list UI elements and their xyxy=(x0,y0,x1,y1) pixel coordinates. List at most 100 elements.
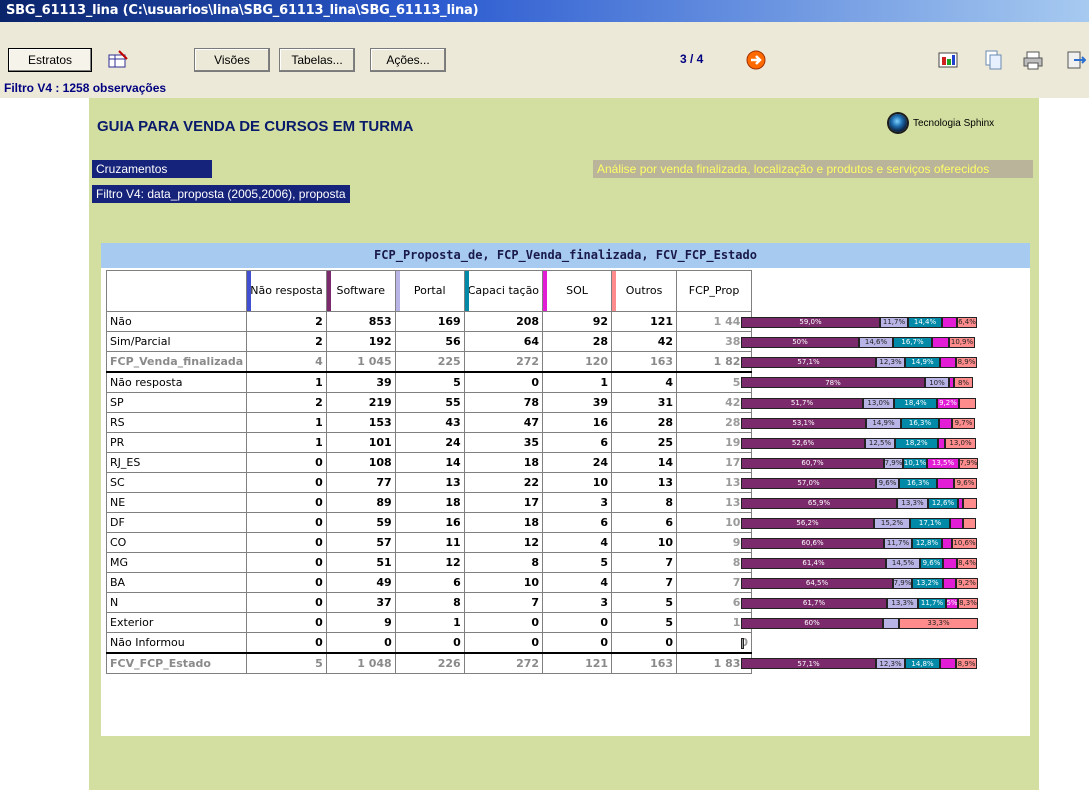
bar-segment: 13,0% xyxy=(863,397,894,409)
bar-segment: 14,5% xyxy=(886,557,920,569)
bar-segment: 14,6% xyxy=(859,336,893,348)
table-cell: 11 xyxy=(394,532,465,553)
column-header: Não resposta xyxy=(246,270,327,312)
table-cell: 49 xyxy=(325,572,396,593)
table-row: RJ_ES 0 108 14 18 24 14 178 xyxy=(105,452,753,473)
bar-row: 59,0% 11,7% 14,4% 6,4% xyxy=(741,315,981,329)
window-titlebar: SBG_61113_lina (C:\usuarios\lina\SBG_611… xyxy=(0,0,1089,22)
table-row: DF 0 59 16 18 6 6 105 xyxy=(105,512,753,533)
bar-segment: 10,6% xyxy=(952,537,977,549)
bar-segment: 9,6% xyxy=(876,477,899,489)
table-cell: 5 xyxy=(611,592,678,613)
bar-segment: 8,9% xyxy=(956,658,977,669)
table-cell: 9 xyxy=(325,612,396,633)
bar-segment: 61,7% xyxy=(741,597,887,609)
bar-segment: 7,9% xyxy=(884,457,903,469)
bar-segment: 9,6% xyxy=(920,557,943,569)
analysis-tag: Análise por venda finalizada, localizaçã… xyxy=(593,160,1033,178)
table-row: Não resposta139501450 xyxy=(105,371,753,393)
table-cell: 31 xyxy=(611,392,678,413)
table-row: FCV_FCP_Estado 5 1 048 226 272 121 163 1 835 xyxy=(105,652,753,674)
table-cell: 192 xyxy=(325,331,396,352)
tabelas-button[interactable]: Tabelas... xyxy=(279,48,355,72)
bar-segment: 9,2% xyxy=(956,577,978,589)
row-label: FCV_FCP_Estado xyxy=(105,652,248,674)
table-cell: 1 xyxy=(246,432,327,453)
bar-segment: 9,7% xyxy=(952,417,975,429)
table-cell: 120 xyxy=(542,351,613,373)
bar-segment xyxy=(883,617,899,629)
bar-row: 60,7% 7,9% 10,1% 13,5% 7,9% xyxy=(741,456,981,470)
column-color-bar xyxy=(395,271,400,311)
bar-segment xyxy=(932,336,949,348)
bar-row: 61,7% 13,3% 11,7% 5% 8,3% xyxy=(741,596,981,610)
chart-export-icon[interactable] xyxy=(937,49,959,71)
table-row: NE 0 89 18 17 3 8 135 xyxy=(105,492,753,513)
table-cell: 0 xyxy=(611,632,678,654)
page-indicator: 3 / 4 xyxy=(680,52,704,66)
table-cell: 225 xyxy=(394,351,465,373)
table-row: PR 1 101 24 35 6 25 192 xyxy=(105,432,753,453)
bar-row: 56,2% 15,2% 17,1% xyxy=(741,516,981,530)
bar-segment: 78% xyxy=(741,377,925,388)
row-label: BA xyxy=(105,572,248,593)
bar-segment: 8% xyxy=(954,377,973,388)
sphinx-logo-icon xyxy=(889,114,907,132)
table-cell: 12 xyxy=(394,552,465,573)
copy-icon[interactable] xyxy=(982,49,1004,71)
row-label: RS xyxy=(105,412,248,433)
estratos-button[interactable]: Estratos xyxy=(8,48,92,72)
bar-segment xyxy=(963,517,976,529)
column-color-bar xyxy=(612,271,617,311)
bar-segment: 12,3% xyxy=(876,658,905,669)
print-icon[interactable] xyxy=(1022,49,1044,71)
table-cell: 10 xyxy=(463,572,544,593)
bar-segment xyxy=(940,356,956,368)
table-cell: 2 xyxy=(246,311,327,332)
table-row: N037873560 xyxy=(105,592,753,613)
visoes-button[interactable]: Visões xyxy=(194,48,270,72)
bar-segment: 10,1% xyxy=(903,457,927,469)
column-color-bar xyxy=(543,271,548,311)
table-cell: 77 xyxy=(325,472,396,493)
table-cell: 28 xyxy=(542,331,613,352)
bar-segment: 53,1% xyxy=(741,417,866,429)
column-header: Capaci tação xyxy=(463,270,544,312)
window-title: SBG_61113_lina (C:\usuarios\lina\SBG_611… xyxy=(6,3,479,18)
bar-segment: 14,4% xyxy=(908,316,942,328)
table-cell: 163 xyxy=(611,351,678,373)
next-page-icon[interactable] xyxy=(745,49,767,71)
corner-cell xyxy=(105,270,248,312)
table-cell: 0 xyxy=(463,632,544,654)
table-cell: 7 xyxy=(463,592,544,613)
bar-segment xyxy=(937,477,954,489)
table-edit-icon[interactable] xyxy=(107,49,129,71)
table-cell: 2 xyxy=(246,392,327,413)
row-label: Não Informou xyxy=(105,632,248,654)
table-cell: 8 xyxy=(394,592,465,613)
table-cell: 14 xyxy=(394,452,465,473)
table-cell: 16 xyxy=(394,512,465,533)
exit-icon[interactable] xyxy=(1064,49,1087,71)
table-cell: 7 xyxy=(611,572,678,593)
bar-segment: 13,5% xyxy=(927,457,959,469)
bar-segment: 8,9% xyxy=(956,356,977,368)
acoes-button[interactable]: Ações... xyxy=(370,48,446,72)
bar-row: 78% 10% 8% xyxy=(741,375,981,389)
table-cell: 42 xyxy=(611,331,678,352)
table-cell: 12 xyxy=(463,532,544,553)
bar-segment: 56,2% xyxy=(741,517,874,529)
table-cell: 78 xyxy=(463,392,544,413)
table-cell: 5 xyxy=(611,612,678,633)
table-cell: 0 xyxy=(246,612,327,633)
bar-segment: 12,5% xyxy=(865,437,895,449)
table-cell: 7 xyxy=(611,552,678,573)
row-label: Exterior xyxy=(105,612,248,633)
bar-segment: 7,9% xyxy=(893,577,912,589)
table-cell: 0 xyxy=(246,512,327,533)
table-cell: 853 xyxy=(325,311,396,332)
row-label: Sim/Parcial xyxy=(105,331,248,352)
bar-segment xyxy=(741,637,744,649)
bar-segment: 15,2% xyxy=(874,517,910,529)
bar-segment: 18,4% xyxy=(894,397,937,409)
